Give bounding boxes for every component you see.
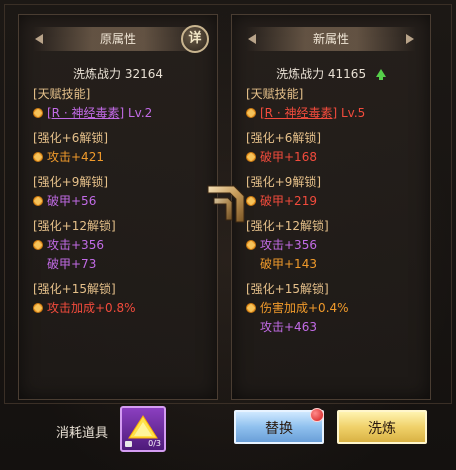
attribute-star-icon [247, 241, 255, 249]
new-unlock-groups: [强化+6解锁] 破甲+168 [强化+9解锁] 破甲+219 [强化+12解锁] 攻击+… [246, 123, 424, 337]
attribute-star-icon [34, 241, 42, 249]
consumable-label: 消耗道具 [56, 426, 109, 441]
new-attributes-panel: 新属性 洗炼战力 41165 [天赋技能] [R · 神经毒素] Lv.5 [强… [231, 14, 431, 400]
attribute-row: 攻击+421 [33, 148, 211, 167]
notification-dot-icon [310, 408, 324, 422]
attribute-value: 伤害加成+0.4% [260, 301, 349, 315]
detail-button[interactable]: 详 [181, 25, 209, 53]
unlock-group-header: [强化+15解锁] [33, 282, 116, 296]
attribute-row: 破甲+73 [33, 255, 211, 274]
original-attribute-list: [天赋技能] [R · 神经毒素] Lv.2 [强化+6解锁] 攻击+421 [强化… [33, 85, 211, 318]
talent-skill-level: Lv.5 [340, 106, 366, 120]
lock-icon [125, 441, 132, 447]
new-attribute-list: [天赋技能] [R · 神经毒素] Lv.5 [强化+6解锁] 破甲+168 [强化… [246, 85, 424, 337]
attribute-value: 破甲+168 [260, 150, 317, 164]
refine-button[interactable]: 洗炼 [337, 410, 427, 444]
attribute-row: 破甲+219 [246, 192, 424, 211]
bottom-action-bar: 消耗道具 0/3 替换 洗炼 [0, 404, 456, 470]
attribute-row: 破甲+56 [33, 192, 211, 211]
original-attributes-panel: 原属性 详 洗炼战力 32164 [天赋技能] [R · 神经毒素] Lv.2 … [18, 14, 218, 400]
talent-skill-link[interactable]: [R · 神经毒素] [260, 106, 337, 120]
unlock-group-header: [强化+6解锁] [33, 131, 109, 145]
consumable-item-slot[interactable]: 0/3 [120, 406, 166, 452]
attribute-star-icon [247, 153, 255, 161]
attribute-value: 破甲+73 [47, 257, 97, 271]
attribute-star-icon [247, 304, 255, 312]
refine-power-label: 洗炼战力 [276, 67, 325, 81]
attribute-row: 伤害加成+0.4% [246, 299, 424, 318]
original-refine-power: 洗炼战力 32164 [19, 65, 217, 82]
attribute-value: 攻击+463 [260, 320, 317, 334]
attribute-star-icon [34, 153, 42, 161]
unlock-group-header: [强化+12解锁] [33, 219, 116, 233]
attribute-value: 攻击加成+0.8% [47, 301, 136, 315]
new-attributes-title-bar: 新属性 [246, 27, 416, 51]
unlock-group-header: [强化+12解锁] [246, 219, 329, 233]
item-count: 0/3 [148, 439, 161, 448]
attribute-value: 破甲+143 [260, 257, 317, 271]
talent-skill-header: [天赋技能] [246, 87, 304, 101]
attribute-star-icon [34, 109, 42, 117]
attribute-value: 攻击+421 [47, 150, 104, 164]
attribute-value: 攻击+356 [260, 238, 317, 252]
talent-skill-level: Lv.2 [127, 106, 153, 120]
attribute-star-icon [247, 197, 255, 205]
unlock-group-header: [强化+6解锁] [246, 131, 322, 145]
attribute-star-icon [247, 109, 255, 117]
attribute-row: 攻击+356 [246, 236, 424, 255]
unlock-group-header: [强化+9解锁] [246, 175, 322, 189]
attribute-row: 攻击+356 [33, 236, 211, 255]
attribute-row: 破甲+168 [246, 148, 424, 167]
attribute-row: 攻击加成+0.8% [33, 299, 211, 318]
talent-skill-row: [R · 神经毒素] Lv.5 [246, 104, 424, 123]
talent-skill-row: [R · 神经毒素] Lv.2 [33, 104, 211, 123]
new-refine-power: 洗炼战力 41165 [232, 65, 430, 82]
talent-skill-header: [天赋技能] [33, 87, 91, 101]
refine-power-label: 洗炼战力 [72, 67, 121, 81]
new-attributes-title: 新属性 [312, 32, 349, 46]
transfer-arrow-icon [207, 185, 245, 223]
original-attributes-title: 原属性 [99, 32, 136, 46]
unlock-group-header: [强化+9解锁] [33, 175, 109, 189]
attribute-star-icon [34, 197, 42, 205]
attribute-row: 破甲+143 [246, 255, 424, 274]
talent-skill-link[interactable]: [R · 神经毒素] [47, 106, 124, 120]
attribute-star-icon [34, 304, 42, 312]
attribute-value: 破甲+219 [260, 194, 317, 208]
title-left-ornament-icon [248, 34, 256, 44]
detail-icon: 详 [188, 31, 202, 46]
power-up-arrow-icon [375, 69, 386, 80]
unlock-group-header: [强化+15解锁] [246, 282, 329, 296]
title-left-ornament-icon [35, 34, 43, 44]
attribute-row: 攻击+463 [246, 318, 424, 337]
refine-power-value: 41165 [327, 67, 367, 81]
original-unlock-groups: [强化+6解锁] 攻击+421 [强化+9解锁] 破甲+56 [强化+12解锁] 攻击+3… [33, 123, 211, 318]
original-attributes-title-bar: 原属性 [33, 27, 203, 51]
attribute-value: 破甲+56 [47, 194, 97, 208]
attribute-value: 攻击+356 [47, 238, 104, 252]
title-right-ornament-icon [406, 34, 414, 44]
refine-power-value: 32164 [124, 67, 164, 81]
